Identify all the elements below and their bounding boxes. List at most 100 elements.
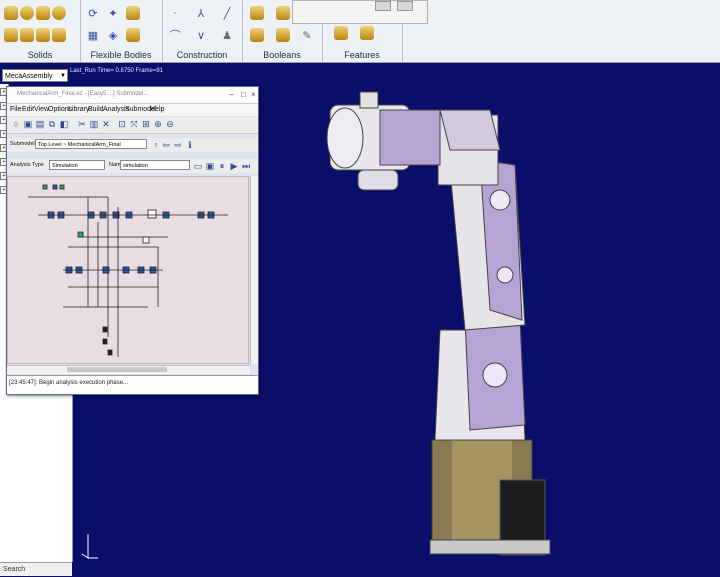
- analysis-type-label: Analysis Type: [10, 162, 44, 168]
- ribbon-group-label-features: Features: [344, 50, 380, 60]
- merge-icon[interactable]: [276, 6, 290, 20]
- model-selector[interactable]: MecaAssembly ▼: [2, 69, 68, 82]
- up-icon[interactable]: ↑: [151, 140, 161, 150]
- message-panel: [23:45:47]: Begin analysis execution pha…: [7, 375, 258, 394]
- sphere-icon[interactable]: [20, 6, 34, 20]
- copy-icon[interactable]: ⧉: [47, 119, 57, 129]
- diagram-block[interactable]: [52, 184, 58, 190]
- point-icon[interactable]: ·: [168, 6, 182, 20]
- ribbon-group-label-solids: Solids: [27, 50, 53, 60]
- left-arrow-icon[interactable]: ⇦: [161, 140, 171, 150]
- scissors-icon[interactable]: ✂: [77, 119, 87, 129]
- menu-file[interactable]: File: [10, 106, 21, 113]
- scroll-thumb[interactable]: [67, 367, 167, 372]
- zoom-fit-icon[interactable]: ⊡: [117, 119, 127, 129]
- save-icon[interactable]: ▣: [23, 119, 33, 129]
- run-icon[interactable]: ▶: [229, 161, 239, 171]
- save-analysis-icon[interactable]: ▣: [205, 161, 215, 171]
- analysis-type-select[interactable]: Simulation: [49, 160, 105, 170]
- search-field[interactable]: Search: [0, 562, 72, 576]
- torus-icon[interactable]: [52, 6, 66, 20]
- union-icon[interactable]: [250, 6, 264, 20]
- zoom-out-icon[interactable]: ⊖: [165, 119, 175, 129]
- mesh-icon[interactable]: ▦: [86, 28, 100, 42]
- polyline-icon[interactable]: ∨: [194, 28, 208, 42]
- simulation-status: Last_Run Time= 0.8750 Frame=81: [70, 68, 164, 74]
- discrete-flex-link-icon[interactable]: ✦: [106, 6, 120, 20]
- diagram-block[interactable]: [102, 326, 108, 333]
- zoom-in-icon[interactable]: ⊕: [153, 119, 163, 129]
- diagram-block[interactable]: [147, 209, 157, 219]
- horizontal-scrollbar[interactable]: [7, 365, 250, 374]
- revolution-icon[interactable]: [52, 28, 66, 42]
- flex-body-icon[interactable]: ⟳: [86, 6, 100, 20]
- plane-icon[interactable]: ╱: [220, 6, 234, 20]
- cut-icon[interactable]: [276, 28, 290, 42]
- ribbon-group-flexible-bodies: ⟳ ✦ ▦ ◈ Flexible Bodies: [80, 0, 163, 62]
- ribbon-group-construction: · ⅄ ╱ ⌒ ∨ ♟ Construction: [162, 0, 243, 62]
- marker-icon[interactable]: ⅄: [194, 6, 208, 20]
- easy5-window: MechanicalArm_Final.ez - [Easy5 ...] Sub…: [6, 86, 259, 395]
- chamfer-icon[interactable]: [334, 26, 348, 40]
- ribbon-toolbar: Solids ⟳ ✦ ▦ ◈ Flexible Bodies · ⅄ ╱ ⌒ ∨…: [0, 0, 720, 63]
- spline-icon[interactable]: ♟: [220, 28, 234, 42]
- maximize-icon[interactable]: □: [241, 90, 246, 99]
- minimize-icon[interactable]: –: [229, 90, 233, 99]
- flex-part-icon[interactable]: [126, 28, 140, 42]
- zoom-box-icon[interactable]: ⊞: [141, 119, 151, 129]
- pause-icon[interactable]: ⏸: [217, 161, 227, 171]
- extrusion-icon[interactable]: [36, 28, 50, 42]
- name-select[interactable]: simulation: [120, 160, 190, 170]
- shell-icon[interactable]: ◈: [106, 28, 120, 42]
- panel-button-1[interactable]: [375, 1, 391, 11]
- plate-icon[interactable]: [20, 28, 34, 42]
- block-diagram-canvas[interactable]: [7, 176, 249, 364]
- block-diagram: [28, 184, 228, 357]
- diagram-block[interactable]: [59, 184, 65, 190]
- diagram-block[interactable]: [77, 231, 84, 238]
- ribbon-group-solids: Solids: [0, 0, 81, 62]
- hole-icon[interactable]: [360, 26, 374, 40]
- robot-arm-model[interactable]: [300, 80, 720, 576]
- close-icon[interactable]: ×: [251, 90, 256, 99]
- step-icon[interactable]: ⏭: [241, 161, 251, 171]
- menu-library[interactable]: Library: [68, 106, 89, 113]
- open-icon[interactable]: ○: [11, 119, 21, 129]
- submodel-label: Submodel: [10, 141, 35, 147]
- split-icon[interactable]: ✎: [300, 28, 314, 42]
- menu-help[interactable]: Help: [150, 106, 164, 113]
- vertical-scrollbar[interactable]: [250, 176, 258, 364]
- submodel-toolbar: Submodel Top Level ~ MechanicalArm_Final…: [7, 138, 258, 152]
- cube-icon[interactable]: [4, 6, 18, 20]
- chevron-down-icon: ▼: [60, 73, 66, 79]
- diagram-block[interactable]: [142, 236, 150, 244]
- submodel-select[interactable]: Top Level ~ MechanicalArm_Final: [35, 139, 147, 149]
- menu-view[interactable]: View: [34, 106, 49, 113]
- analysis-toolbar: Analysis Type Simulation Name simulation…: [7, 159, 258, 173]
- ribbon-group-label-booleans: Booleans: [263, 50, 301, 60]
- info-icon[interactable]: ℹ: [185, 140, 195, 150]
- component-icon[interactable]: ◧: [59, 119, 69, 129]
- intersect-icon[interactable]: [250, 28, 264, 42]
- right-arrow-icon[interactable]: ⇨: [173, 140, 183, 150]
- paste-icon[interactable]: ▥: [89, 119, 99, 129]
- frustum-icon[interactable]: [36, 6, 50, 20]
- diagram-block[interactable]: [42, 184, 48, 190]
- menu-edit[interactable]: Edit: [22, 106, 34, 113]
- diagram-block[interactable]: [102, 338, 108, 345]
- menu-build[interactable]: Build: [88, 106, 104, 113]
- diagram-block[interactable]: [107, 349, 113, 356]
- menu-bar: File Edit View Options Library Build Ana…: [7, 104, 258, 116]
- panel-button-2[interactable]: [397, 1, 413, 11]
- link-icon[interactable]: [4, 28, 18, 42]
- print-icon[interactable]: ▤: [35, 119, 45, 129]
- view-triad-icon: [81, 534, 98, 559]
- zoom-all-icon[interactable]: ⤧: [129, 119, 139, 129]
- window-title: MechanicalArm_Final.ez - [Easy5 ...] Sub…: [17, 91, 149, 97]
- main-toolbar: ○ ▣ ▤ ⧉ ◧ ✂ ▥ ✕ ⊡ ⤧ ⊞ ⊕ ⊖: [7, 117, 258, 134]
- beam-icon[interactable]: [126, 6, 140, 20]
- open-folder-icon[interactable]: ▭: [193, 161, 203, 171]
- arc-icon[interactable]: ⌒: [168, 28, 182, 42]
- model-selector-value: MecaAssembly: [5, 73, 53, 80]
- delete-icon[interactable]: ✕: [101, 119, 111, 129]
